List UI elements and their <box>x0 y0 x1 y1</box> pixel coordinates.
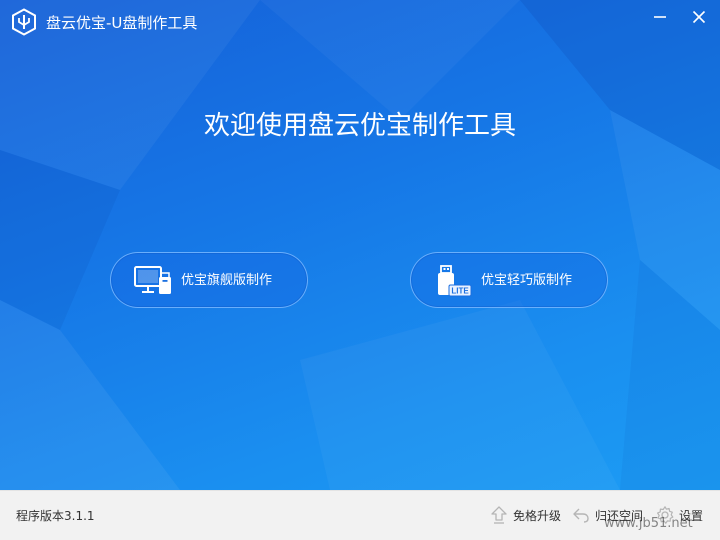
lite-make-button[interactable]: LITE 优宝轻巧版制作 <box>410 252 608 308</box>
upgrade-label: 免格升级 <box>513 508 562 523</box>
monitor-usb-icon <box>134 266 171 294</box>
watermark-text: www.jb51.net <box>604 516 693 531</box>
close-button[interactable] <box>684 4 714 30</box>
flagship-label: 优宝旗舰版制作 <box>181 273 273 288</box>
upgrade-button[interactable]: 免格升级 <box>489 504 561 526</box>
minimize-icon <box>654 16 666 18</box>
upload-arrow-icon <box>491 506 507 524</box>
welcome-heading: 欢迎使用盘云优宝制作工具 <box>203 111 516 141</box>
usb-lite-icon: LITE <box>438 265 472 297</box>
lite-badge: LITE <box>451 287 469 296</box>
footer-bar: 程序版本3.1.1 免格升级 归还空间 设置 <box>0 490 720 540</box>
main-panel: 盘云优宝-U盘制作工具 欢迎使用盘云优宝制作工具 优宝旗舰版制作 LITE 优宝… <box>0 0 720 490</box>
undo-arrow-icon <box>573 508 589 523</box>
title-bar: 盘云优宝-U盘制作工具 <box>0 0 720 44</box>
minimize-button[interactable] <box>645 4 675 30</box>
close-icon <box>692 10 706 24</box>
lite-label: 优宝轻巧版制作 <box>481 273 573 288</box>
background-facets <box>0 0 720 490</box>
version-text: 程序版本3.1.1 <box>16 509 95 523</box>
usb-shield-logo-icon <box>12 8 36 36</box>
app-title: 盘云优宝-U盘制作工具 <box>46 14 198 32</box>
flagship-make-button[interactable]: 优宝旗舰版制作 <box>110 252 308 308</box>
